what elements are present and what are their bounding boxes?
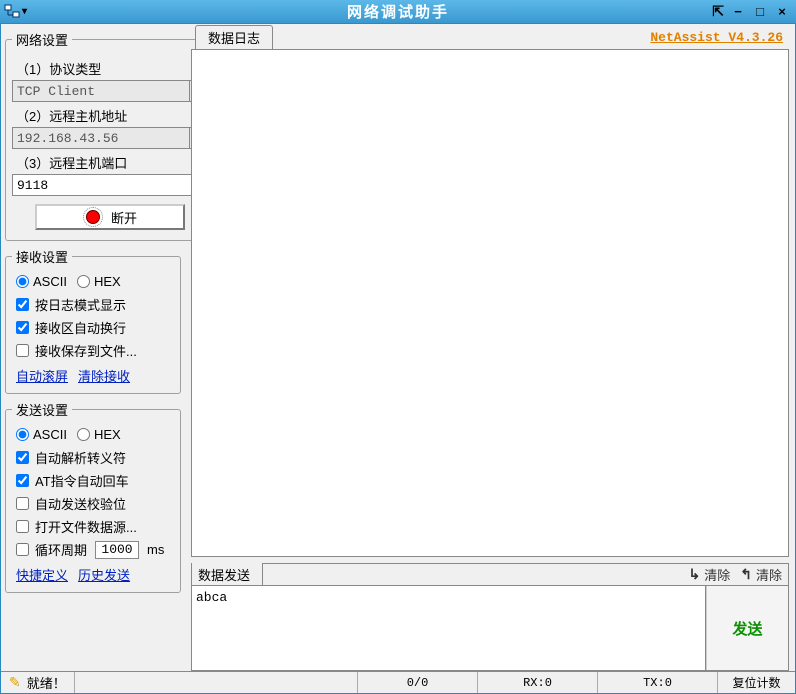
history-send-link[interactable]: 历史发送 [78, 565, 130, 584]
host-input[interactable] [12, 127, 190, 149]
minimize-button[interactable]: − [730, 4, 746, 19]
shortcut-define-link[interactable]: 快捷定义 [16, 565, 68, 584]
protocol-select[interactable] [12, 80, 190, 102]
open-file-source-check[interactable] [16, 520, 29, 533]
data-log-tab[interactable]: 数据日志 [195, 25, 273, 49]
host-label: （2）远程主机地址 [16, 106, 208, 125]
port-input[interactable] [12, 174, 208, 196]
send-legend: 发送设置 [12, 400, 72, 419]
record-icon [86, 210, 100, 224]
send-textarea[interactable]: abca [192, 586, 706, 670]
clear-receive-link[interactable]: 清除接收 [78, 366, 130, 385]
count-cell: 0/0 [357, 672, 477, 693]
loop-period-input[interactable] [95, 541, 139, 559]
auto-escape-check[interactable] [16, 451, 29, 464]
protocol-label: （1）协议类型 [16, 59, 208, 78]
app-icon: ▾ [4, 4, 27, 20]
arrow-up-icon: ↰ [740, 566, 752, 583]
clear-send-2[interactable]: ↰清除 [740, 565, 782, 584]
recv-ascii-radio[interactable]: ASCII [16, 274, 67, 289]
recv-autowrap-check[interactable] [16, 321, 29, 334]
loop-period-check[interactable] [16, 543, 29, 556]
port-label: （3）远程主机端口 [16, 153, 208, 172]
receive-settings-group: 接收设置 ASCII HEX 按日志模式显示 接收区自动换行 接收保存到文件..… [5, 247, 181, 394]
disconnect-button[interactable]: 断开 [35, 204, 185, 230]
receive-legend: 接收设置 [12, 247, 72, 266]
log-tabbar: 数据日志 NetAssist V4.3.26 [191, 28, 789, 50]
tx-cell: TX:0 [597, 672, 717, 693]
ready-icon: ✎ [9, 674, 21, 691]
ready-text: 就绪！ [27, 673, 66, 692]
rx-cell: RX:0 [477, 672, 597, 693]
version-link[interactable]: NetAssist V4.3.26 [650, 30, 783, 45]
clear-send-1[interactable]: ↳清除 [689, 565, 731, 584]
at-auto-cr-check[interactable] [16, 474, 29, 487]
maximize-button[interactable]: □ [752, 4, 768, 19]
data-send-tab: 数据发送 [192, 563, 263, 586]
pin-icon[interactable]: ⇱ [712, 3, 724, 20]
network-settings-group: 网络设置 （1）协议类型 ▼ （2）远程主机地址 ▼ （3）远程主机端口 断开 [5, 30, 215, 241]
send-hex-radio[interactable]: HEX [77, 427, 121, 442]
recv-hex-radio[interactable]: HEX [77, 274, 121, 289]
status-bar: ✎ 就绪！ 0/0 RX:0 TX:0 复位计数 [1, 671, 795, 693]
arrow-down-icon: ↳ [689, 566, 701, 583]
recv-save-file-check[interactable] [16, 344, 29, 357]
send-header: 数据发送 ↳清除 ↰清除 [191, 563, 789, 585]
network-legend: 网络设置 [12, 30, 72, 49]
send-settings-group: 发送设置 ASCII HEX 自动解析转义符 AT指令自动回车 自动发送校验位 … [5, 400, 181, 593]
disconnect-label: 断开 [111, 208, 137, 227]
close-button[interactable]: × [774, 4, 790, 19]
recv-log-mode-check[interactable] [16, 298, 29, 311]
auto-checksum-check[interactable] [16, 497, 29, 510]
log-area[interactable] [191, 50, 789, 557]
title-bar: ▾ 网络调试助手 ⇱ − □ × [0, 0, 796, 24]
auto-scroll-link[interactable]: 自动滚屏 [16, 366, 68, 385]
send-ascii-radio[interactable]: ASCII [16, 427, 67, 442]
reset-count-button[interactable]: 复位计数 [717, 672, 795, 693]
window-title: 网络调试助手 [0, 1, 796, 22]
send-button[interactable]: 发送 [706, 586, 788, 670]
